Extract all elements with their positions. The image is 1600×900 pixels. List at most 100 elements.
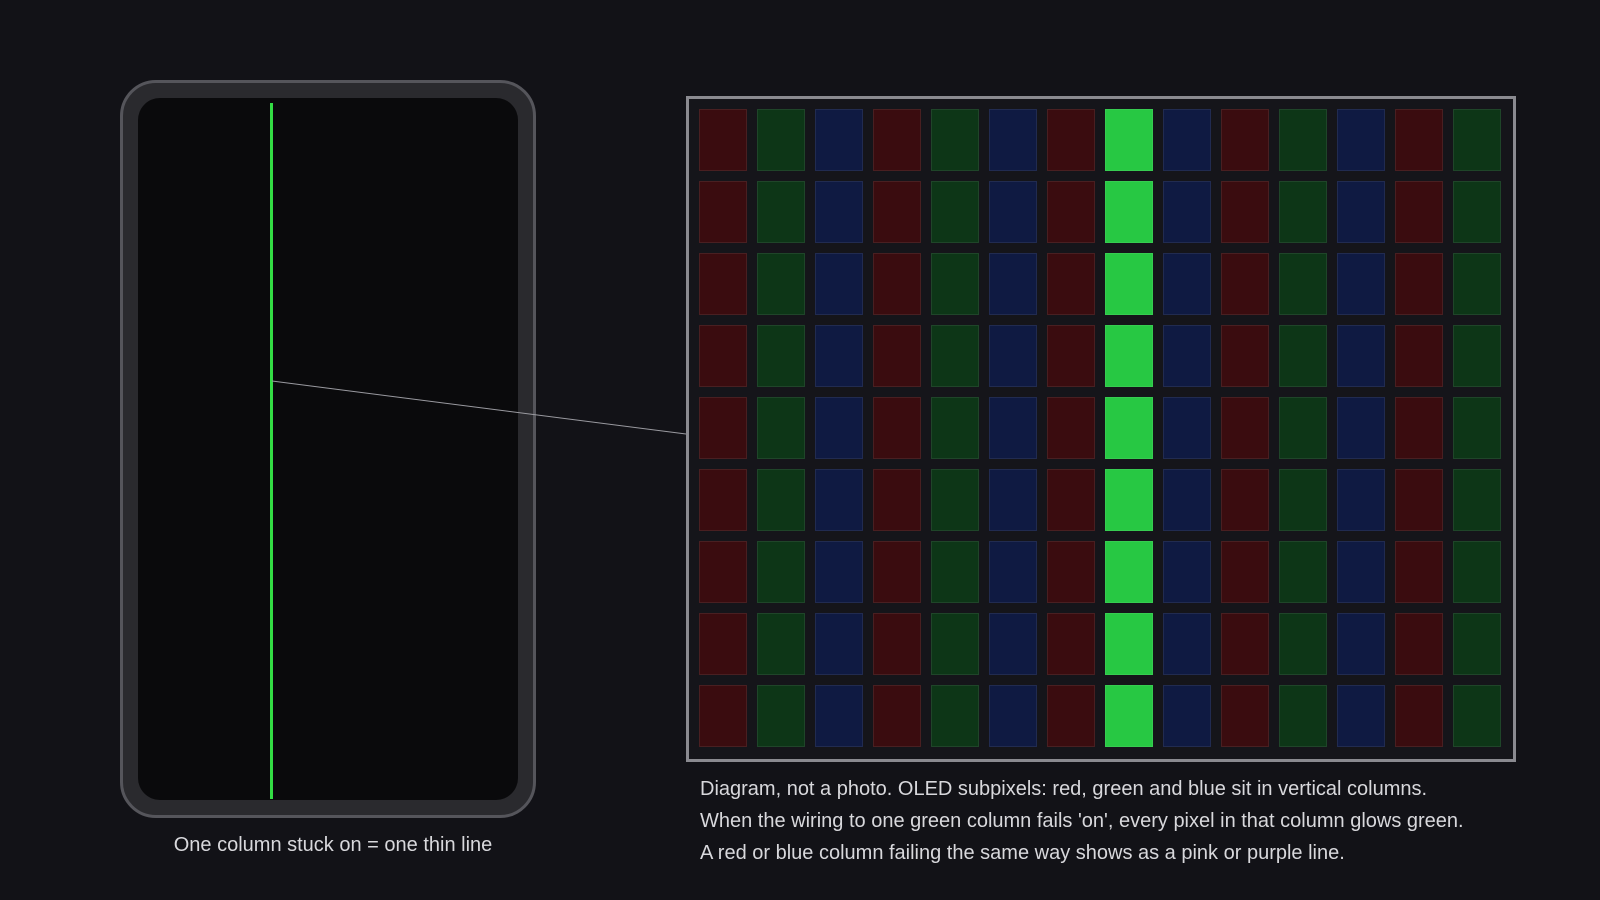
subpixel-red xyxy=(873,685,921,747)
subpixel-red xyxy=(699,253,747,315)
subpixel-blue xyxy=(1337,613,1385,675)
subpixel-red xyxy=(1047,613,1095,675)
subpixel-red xyxy=(1395,685,1443,747)
subpixel-blue xyxy=(1163,397,1211,459)
subpixel-red xyxy=(699,397,747,459)
subpixel-red xyxy=(873,397,921,459)
subpixel-red xyxy=(1047,397,1095,459)
subpixel-green xyxy=(1453,181,1501,243)
subpixel-red xyxy=(699,325,747,387)
subpixel-green xyxy=(931,685,979,747)
subpixel-blue xyxy=(1337,253,1385,315)
subpixel-green-stuck xyxy=(1105,397,1153,459)
subpixel-red xyxy=(873,613,921,675)
diagram-note: Diagram, not a photo. OLED subpixels: re… xyxy=(700,773,1580,869)
subpixel-green xyxy=(1453,685,1501,747)
subpixel-red xyxy=(1395,397,1443,459)
subpixel-green xyxy=(757,181,805,243)
subpixel-green xyxy=(931,541,979,603)
subpixel-blue xyxy=(989,469,1037,531)
subpixel-red xyxy=(1047,541,1095,603)
subpixel-red xyxy=(699,469,747,531)
subpixel-green xyxy=(931,109,979,171)
subpixel-blue xyxy=(815,469,863,531)
subpixel-blue xyxy=(1163,541,1211,603)
subpixel-red xyxy=(873,181,921,243)
subpixel-green xyxy=(757,613,805,675)
subpixel-red xyxy=(873,253,921,315)
subpixel-blue xyxy=(989,253,1037,315)
subpixel-blue xyxy=(1163,469,1211,531)
subpixel-red xyxy=(873,541,921,603)
subpixel-red xyxy=(1047,253,1095,315)
subpixel-red xyxy=(699,685,747,747)
stuck-green-line xyxy=(270,103,273,799)
subpixel-red xyxy=(1221,685,1269,747)
subpixel-green-stuck xyxy=(1105,109,1153,171)
subpixel-green xyxy=(1279,541,1327,603)
subpixel-blue xyxy=(1163,253,1211,315)
subpixel-red xyxy=(1221,325,1269,387)
subpixel-blue xyxy=(815,397,863,459)
subpixel-green xyxy=(757,541,805,603)
subpixel-red xyxy=(1395,181,1443,243)
subpixel-green xyxy=(757,397,805,459)
subpixel-green xyxy=(1279,613,1327,675)
subpixel-green xyxy=(757,253,805,315)
phone-illustration xyxy=(120,80,536,818)
subpixel-red xyxy=(1395,469,1443,531)
subpixel-green xyxy=(931,469,979,531)
subpixel-red xyxy=(1221,109,1269,171)
subpixel-red xyxy=(1047,469,1095,531)
subpixel-blue xyxy=(1163,613,1211,675)
subpixel-blue xyxy=(989,181,1037,243)
subpixel-green xyxy=(1279,109,1327,171)
subpixel-blue xyxy=(815,253,863,315)
subpixel-green xyxy=(931,613,979,675)
subpixel-blue xyxy=(989,109,1037,171)
subpixel-blue xyxy=(815,181,863,243)
subpixel-green xyxy=(1279,253,1327,315)
note-line-3: A red or blue column failing the same wa… xyxy=(700,842,1345,864)
subpixel-red xyxy=(873,469,921,531)
subpixel-blue xyxy=(815,613,863,675)
subpixel-red xyxy=(1221,181,1269,243)
subpixel-green xyxy=(1279,397,1327,459)
subpixel-red xyxy=(1221,253,1269,315)
subpixel-blue xyxy=(1337,397,1385,459)
subpixel-blue xyxy=(989,397,1037,459)
subpixel-red xyxy=(699,109,747,171)
subpixel-green-stuck xyxy=(1105,613,1153,675)
subpixel-blue xyxy=(815,685,863,747)
subpixel-blue xyxy=(1163,109,1211,171)
subpixel-green xyxy=(931,181,979,243)
subpixel-red xyxy=(1221,541,1269,603)
subpixel-green-stuck xyxy=(1105,685,1153,747)
subpixel-green-stuck xyxy=(1105,325,1153,387)
subpixel-red xyxy=(1395,613,1443,675)
subpixel-red xyxy=(1395,541,1443,603)
subpixel-green xyxy=(1453,469,1501,531)
subpixel-red xyxy=(1395,253,1443,315)
subpixel-green xyxy=(1453,325,1501,387)
subpixel-blue xyxy=(989,325,1037,387)
subpixel-blue xyxy=(989,613,1037,675)
subpixel-green-stuck xyxy=(1105,181,1153,243)
subpixel-blue xyxy=(989,541,1037,603)
subpixel-green xyxy=(757,469,805,531)
subpixel-green xyxy=(1279,685,1327,747)
subpixel-blue xyxy=(1337,325,1385,387)
subpixel-green-stuck xyxy=(1105,469,1153,531)
subpixel-red xyxy=(699,181,747,243)
subpixel-zoom-panel xyxy=(686,96,1516,762)
subpixel-blue xyxy=(1337,181,1385,243)
subpixel-red xyxy=(1221,469,1269,531)
subpixel-blue xyxy=(989,685,1037,747)
subpixel-red xyxy=(1395,325,1443,387)
subpixel-red xyxy=(1047,685,1095,747)
subpixel-green xyxy=(931,253,979,315)
subpixel-red xyxy=(699,541,747,603)
subpixel-blue xyxy=(1337,541,1385,603)
subpixel-blue xyxy=(1163,325,1211,387)
subpixel-green xyxy=(1279,181,1327,243)
